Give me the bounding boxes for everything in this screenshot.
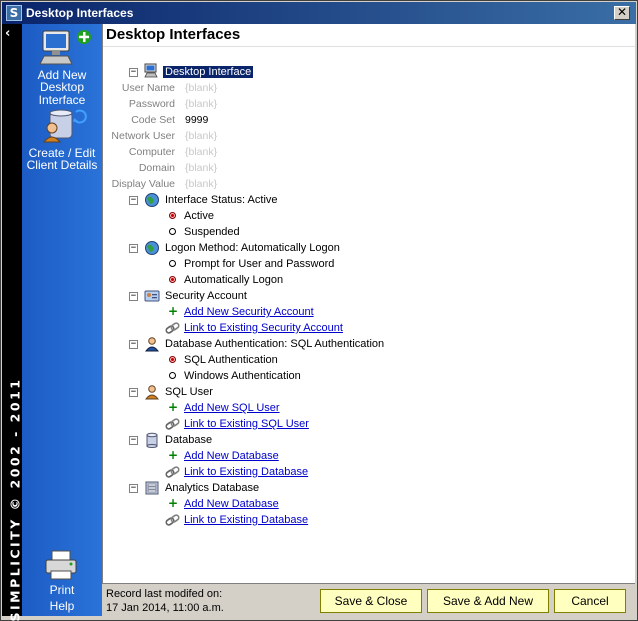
logon-method-label: Logon Method: Automatically Logon (165, 242, 340, 254)
sql-auth-radio[interactable] (169, 356, 176, 363)
cancel-button[interactable]: Cancel (554, 589, 626, 613)
analytics-database-label: Analytics Database (165, 482, 260, 494)
password-value[interactable]: {blank} (185, 96, 217, 112)
status-globe-icon (145, 193, 159, 207)
auto-logon-radio[interactable] (169, 276, 176, 283)
sql-user-toggle[interactable]: − (129, 388, 138, 397)
database-icon (146, 432, 158, 448)
add-new-line-2: Desktop (39, 80, 85, 94)
link-chain-icon (165, 514, 180, 526)
root-node-label: Desktop Interface (163, 66, 254, 78)
collapse-sidebar-icon[interactable]: ‹ (5, 26, 10, 41)
record-modified-date: 17 Jan 2014, 11:00 a.m. (106, 602, 224, 614)
sql-user-icon (144, 385, 160, 400)
add-new-analytics-database-link[interactable]: Add New Database (184, 496, 279, 512)
root-collapse-toggle[interactable]: − (129, 68, 138, 77)
link-chain-icon (165, 418, 180, 430)
record-modified-label: Record last modifed on: (106, 588, 223, 600)
windows-auth-label[interactable]: Windows Authentication (184, 368, 301, 384)
desktop-interface-icon (144, 63, 158, 78)
auto-logon-label[interactable]: Automatically Logon (184, 272, 283, 288)
page-title: Desktop Interfaces (106, 26, 241, 43)
database-label: Database (165, 434, 213, 446)
network-user-label: Network User (111, 130, 175, 142)
help-label: Help (49, 599, 75, 613)
db-auth-label: Database Authentication: SQL Authenticat… (165, 338, 385, 350)
add-sql-user-plus-icon: + (168, 400, 179, 414)
copyright-strip: ‹ SIMPLICITY © 2002 - 2011 (2, 24, 23, 621)
link-existing-database-link[interactable]: Link to Existing Database (184, 464, 308, 480)
add-database-plus-icon: + (168, 448, 179, 462)
windows-auth-radio[interactable] (169, 372, 176, 379)
security-account-label: Security Account (165, 290, 247, 302)
codeset-value[interactable]: 9999 (185, 112, 208, 128)
codeset-label: Code Set (131, 114, 175, 126)
prompt-radio[interactable] (169, 260, 176, 267)
add-sql-user-link[interactable]: Add New SQL User (184, 400, 280, 416)
computer-label: Computer (128, 146, 175, 158)
window-title: Desktop Interfaces (26, 6, 134, 20)
root-node[interactable]: Desktop Interface (163, 64, 254, 80)
security-account-toggle[interactable]: − (129, 292, 138, 301)
prompt-label[interactable]: Prompt for User and Password (184, 256, 334, 272)
sql-user-label: SQL User (165, 386, 213, 398)
suspended-radio[interactable] (169, 228, 176, 235)
suspended-label[interactable]: Suspended (184, 224, 240, 240)
add-security-account-link[interactable]: Add New Security Account (184, 304, 314, 320)
computer-value[interactable]: {blank} (185, 144, 217, 160)
client-database-icon (42, 109, 87, 143)
domain-value[interactable]: {blank} (185, 160, 217, 176)
record-modified-info: Record last modifed on: 17 Jan 2014, 11:… (106, 587, 224, 615)
help-button[interactable]: Help (22, 600, 102, 613)
username-value[interactable]: {blank} (185, 80, 217, 96)
link-existing-analytics-database-link[interactable]: Link to Existing Database (184, 512, 308, 528)
app-icon: S (6, 5, 22, 21)
display-value-value[interactable]: {blank} (185, 176, 217, 192)
add-analytics-database-plus-icon: + (168, 496, 179, 510)
print-label: Print (49, 582, 75, 597)
active-label[interactable]: Active (184, 208, 214, 224)
security-card-icon (144, 290, 160, 302)
interface-status-toggle[interactable]: − (129, 196, 138, 205)
username-label: User Name (121, 82, 175, 94)
copyright-text: SIMPLICITY © 2002 - 2011 (7, 377, 23, 621)
domain-label: Domain (138, 162, 175, 174)
printer-icon (45, 550, 77, 580)
computer-add-icon (39, 30, 91, 65)
title-bar: S Desktop Interfaces ✕ (2, 2, 636, 24)
link-chain-icon (165, 466, 180, 478)
link-existing-security-account-link[interactable]: Link to Existing Security Account (184, 320, 343, 336)
display-value-label: Display Value (111, 178, 175, 190)
link-chain-icon (165, 322, 180, 334)
password-label: Password (128, 98, 175, 110)
create-edit-line-2: Client Details (26, 158, 98, 172)
db-auth-user-icon (144, 337, 160, 352)
window: S Desktop Interfaces ✕ ‹ SIMPLICITY © 20… (0, 0, 638, 621)
add-new-line-3: Interface (38, 92, 86, 107)
link-existing-sql-user-link[interactable]: Link to Existing SQL User (184, 416, 309, 432)
main-panel: Desktop Interfaces − Desktop Interface U… (102, 24, 635, 583)
print-button[interactable]: Print (22, 549, 102, 596)
database-toggle[interactable]: − (129, 436, 138, 445)
add-security-plus-icon: + (168, 304, 179, 318)
title-divider (103, 46, 635, 47)
save-close-button[interactable]: Save & Close (320, 589, 422, 613)
logon-globe-icon (145, 241, 159, 255)
logon-method-toggle[interactable]: − (129, 244, 138, 253)
db-auth-toggle[interactable]: − (129, 340, 138, 349)
sidebar: Add New Desktop Interface Create / Edit … (22, 24, 102, 616)
interface-status-label: Interface Status: Active (165, 194, 278, 206)
add-new-database-link[interactable]: Add New Database (184, 448, 279, 464)
analytics-database-icon (145, 481, 159, 495)
analytics-database-toggle[interactable]: − (129, 484, 138, 493)
close-button[interactable]: ✕ (614, 6, 630, 20)
network-user-value[interactable]: {blank} (185, 128, 217, 144)
add-new-desktop-interface-button[interactable]: Add New Desktop Interface (22, 28, 102, 106)
active-radio[interactable] (169, 212, 176, 219)
create-edit-client-details-button[interactable]: Create / Edit Client Details (22, 108, 102, 172)
footer-bar: Record last modifed on: 17 Jan 2014, 11:… (102, 583, 635, 616)
save-add-new-button[interactable]: Save & Add New (427, 589, 549, 613)
sql-auth-label[interactable]: SQL Authentication (184, 352, 278, 368)
